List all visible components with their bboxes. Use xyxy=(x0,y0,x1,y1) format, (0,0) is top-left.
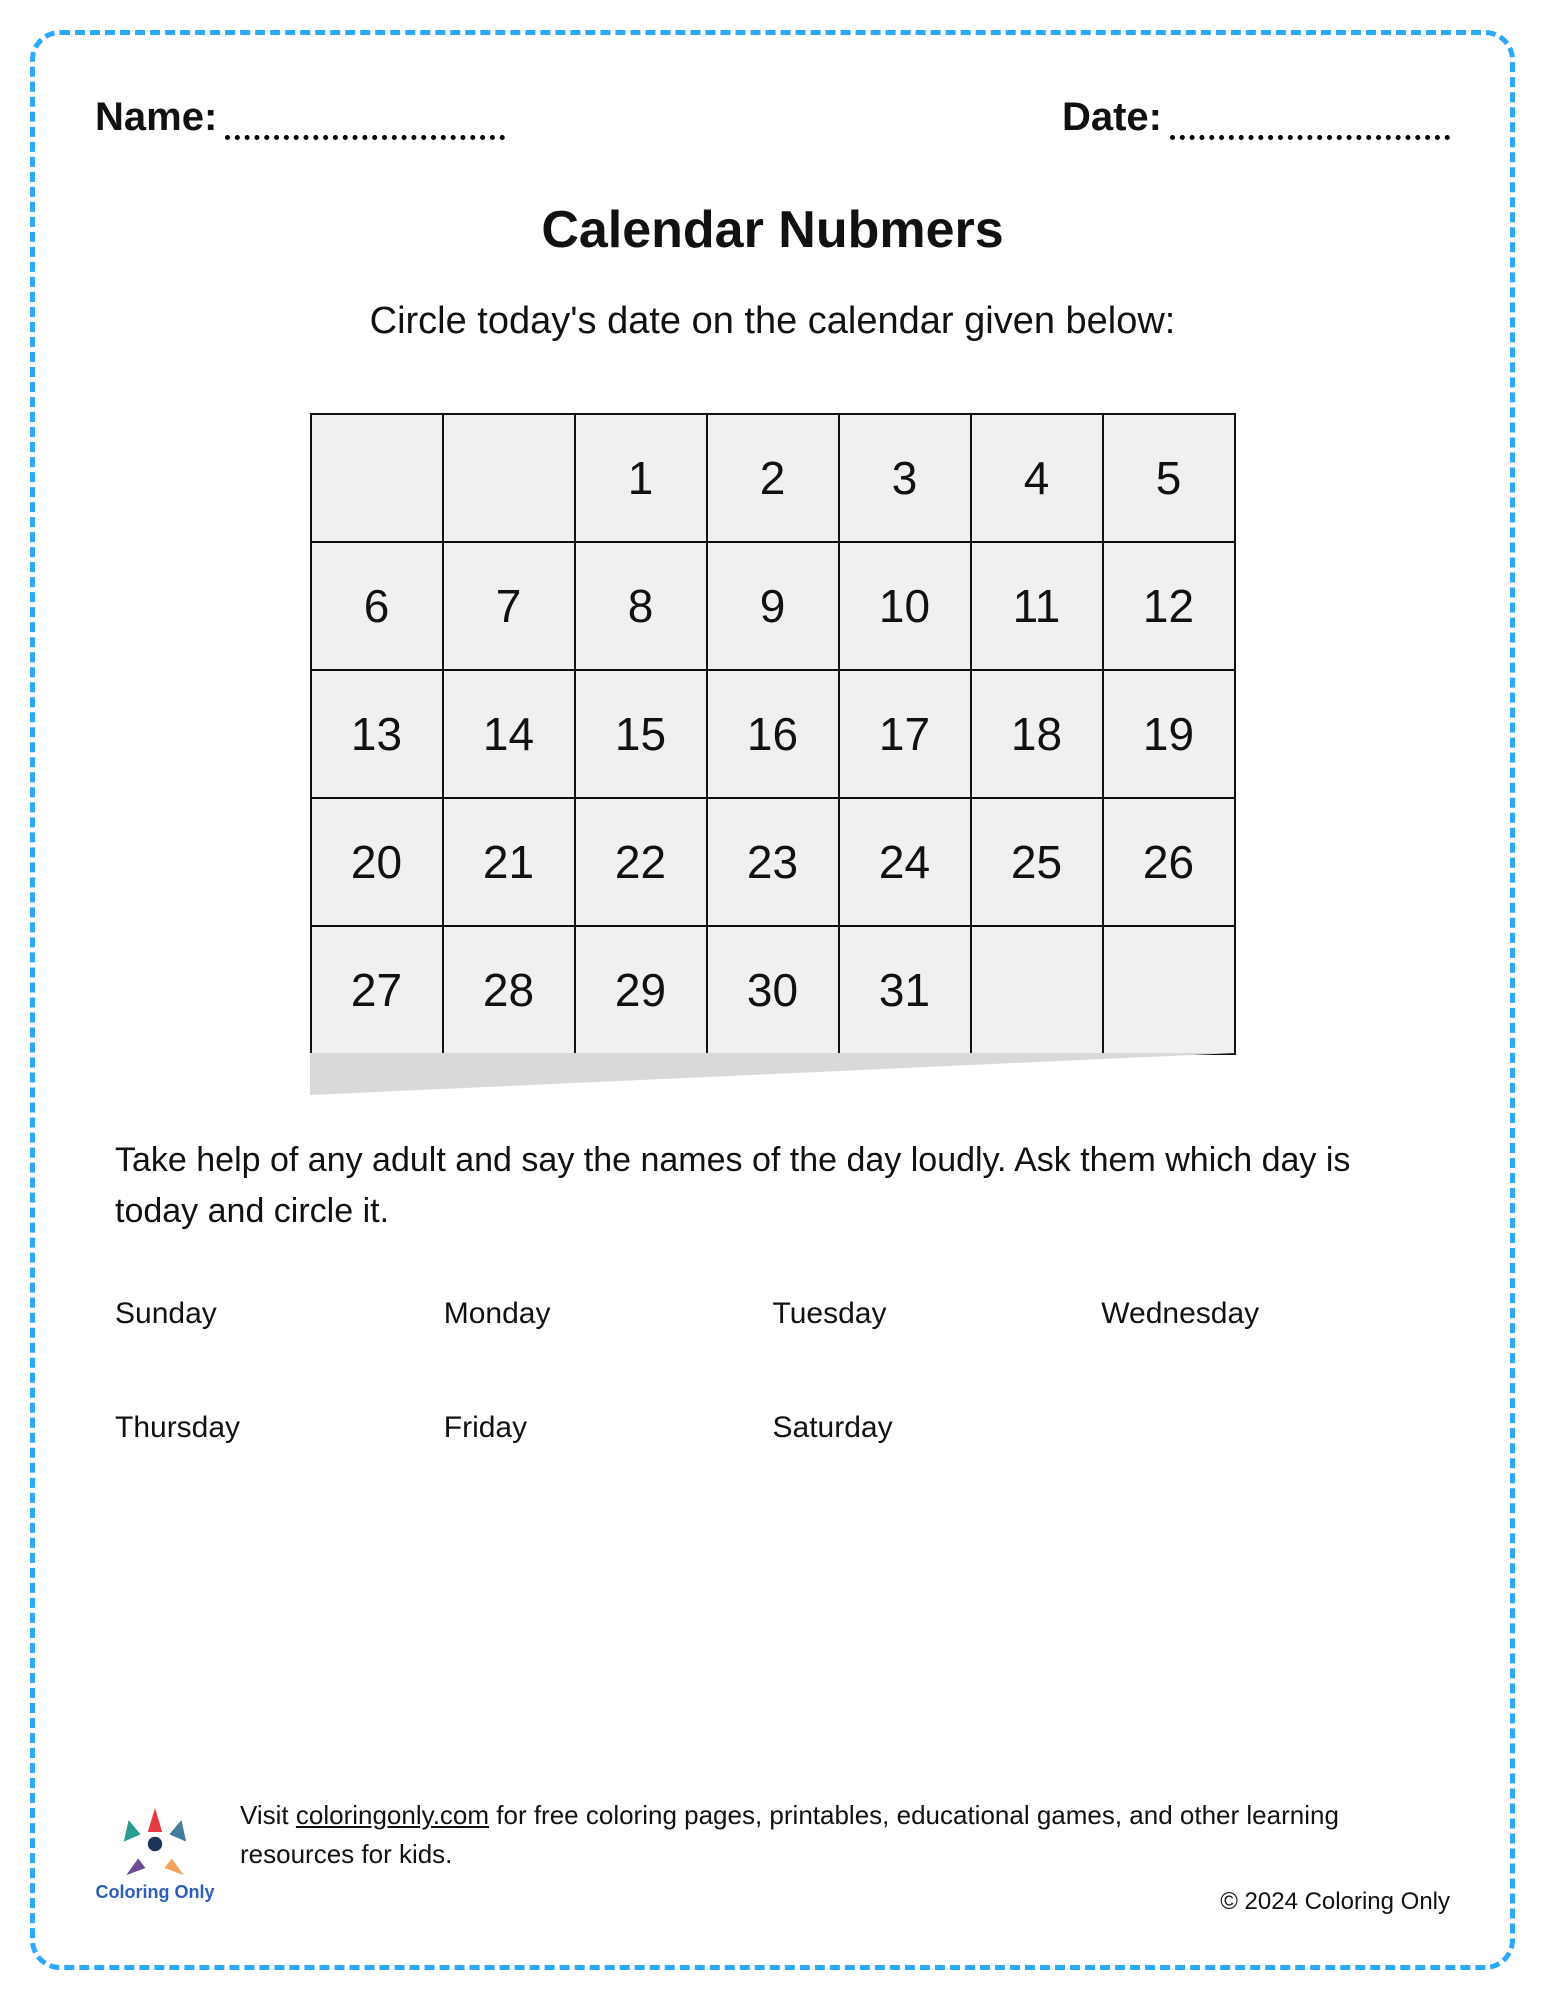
calendar-cell[interactable]: 31 xyxy=(839,926,971,1054)
calendar-cell[interactable]: 16 xyxy=(707,670,839,798)
calendar-cell[interactable]: 25 xyxy=(971,798,1103,926)
calendar-cell[interactable]: 19 xyxy=(1103,670,1235,798)
days-grid: SundayMondayTuesdayWednesday ThursdayFrid… xyxy=(115,1297,1430,1445)
date-field: Date: xyxy=(1062,95,1450,140)
name-field: Name: xyxy=(95,95,505,140)
calendar-cell[interactable]: 14 xyxy=(443,670,575,798)
day-name[interactable]: Wednesday xyxy=(1101,1297,1430,1331)
date-blank-line[interactable] xyxy=(1170,110,1450,140)
calendar-cell[interactable]: 20 xyxy=(311,798,443,926)
calendar-cell[interactable]: 28 xyxy=(443,926,575,1054)
instruction-text: Circle today's date on the calendar give… xyxy=(95,300,1450,343)
calendar-cell[interactable]: 4 xyxy=(971,414,1103,542)
calendar-cell[interactable]: 26 xyxy=(1103,798,1235,926)
calendar-cell[interactable]: 5 xyxy=(1103,414,1235,542)
calendar-cell[interactable]: 2 xyxy=(707,414,839,542)
calendar-cell[interactable]: 6 xyxy=(311,542,443,670)
day-name[interactable]: Sunday xyxy=(115,1297,444,1331)
calendar-cell[interactable]: 12 xyxy=(1103,542,1235,670)
day-name[interactable]: Monday xyxy=(444,1297,773,1331)
calendar-shadow xyxy=(310,1053,1236,1095)
calendar-cell[interactable]: 10 xyxy=(839,542,971,670)
calendar-cell[interactable]: 30 xyxy=(707,926,839,1054)
worksheet-title: Calendar Nubmers xyxy=(95,200,1450,260)
logo: Coloring Only xyxy=(95,1796,215,1903)
day-name[interactable]: Friday xyxy=(444,1411,773,1445)
footer-text: Visit coloringonly.com for free coloring… xyxy=(240,1796,1450,1920)
calendar-cell[interactable]: 23 xyxy=(707,798,839,926)
logo-icon xyxy=(95,1796,215,1880)
calendar-cell[interactable]: 17 xyxy=(839,670,971,798)
calendar-cell[interactable]: 8 xyxy=(575,542,707,670)
calendar-cell[interactable]: 7 xyxy=(443,542,575,670)
instruction2-text: Take help of any adult and say the names… xyxy=(115,1135,1430,1237)
calendar-cell[interactable]: 22 xyxy=(575,798,707,926)
calendar-cell[interactable]: 29 xyxy=(575,926,707,1054)
calendar-cell[interactable]: 9 xyxy=(707,542,839,670)
calendar-grid: 1234567891011121314151617181920212223242… xyxy=(310,413,1236,1055)
calendar-cell[interactable]: 3 xyxy=(839,414,971,542)
name-label: Name: xyxy=(95,95,217,140)
date-label: Date: xyxy=(1062,95,1162,140)
calendar-cell[interactable] xyxy=(971,926,1103,1054)
calendar-cell[interactable]: 13 xyxy=(311,670,443,798)
calendar-cell[interactable] xyxy=(311,414,443,542)
calendar-cell[interactable]: 27 xyxy=(311,926,443,1054)
calendar-cell[interactable]: 18 xyxy=(971,670,1103,798)
logo-text: Coloring Only xyxy=(95,1882,215,1903)
header-row: Name: Date: xyxy=(95,95,1450,140)
calendar-cell[interactable]: 15 xyxy=(575,670,707,798)
calendar-wrapper: 1234567891011121314151617181920212223242… xyxy=(310,413,1236,1055)
copyright: © 2024 Coloring Only xyxy=(240,1884,1450,1920)
footer: Coloring Only Visit coloringonly.com for… xyxy=(95,1796,1450,1920)
day-name[interactable]: Tuesday xyxy=(773,1297,1102,1331)
footer-before: Visit xyxy=(240,1800,296,1830)
name-blank-line[interactable] xyxy=(225,110,505,140)
worksheet-page: Name: Date: Calendar Nubmers Circle toda… xyxy=(30,30,1515,1970)
calendar-cell[interactable] xyxy=(443,414,575,542)
day-name[interactable]: Thursday xyxy=(115,1411,444,1445)
footer-link[interactable]: coloringonly.com xyxy=(296,1800,489,1830)
calendar-cell[interactable]: 1 xyxy=(575,414,707,542)
calendar-cell[interactable]: 21 xyxy=(443,798,575,926)
calendar-cell[interactable]: 24 xyxy=(839,798,971,926)
calendar-cell[interactable]: 11 xyxy=(971,542,1103,670)
day-name[interactable]: Saturday xyxy=(773,1411,1102,1445)
calendar-cell[interactable] xyxy=(1103,926,1235,1054)
